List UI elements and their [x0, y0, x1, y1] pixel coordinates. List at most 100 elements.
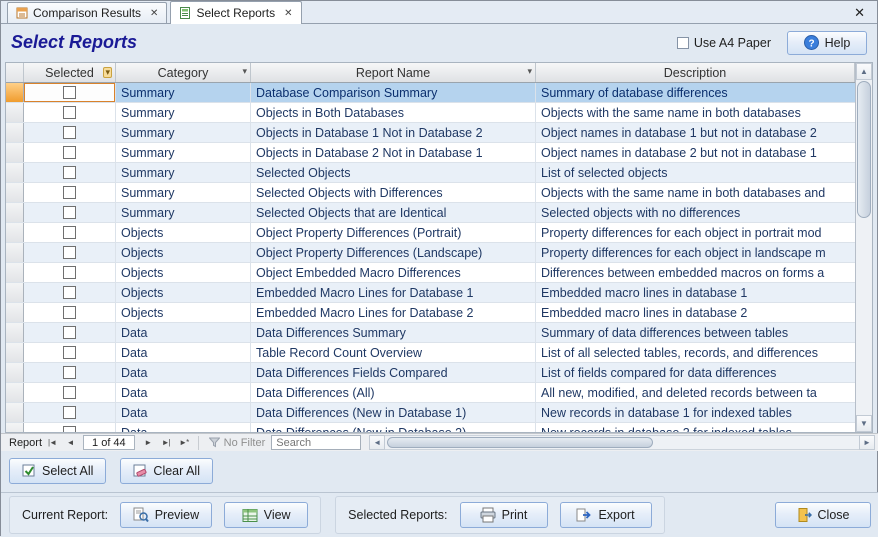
- cell-selected[interactable]: [24, 263, 116, 282]
- row-checkbox[interactable]: [63, 246, 76, 259]
- row-selector[interactable]: [6, 163, 24, 182]
- last-record-icon[interactable]: ►|: [158, 435, 174, 451]
- table-row[interactable]: Objects Object Property Differences (Lan…: [6, 243, 855, 263]
- use-a4-paper-checkbox[interactable]: [677, 37, 689, 49]
- view-button[interactable]: View: [224, 502, 308, 528]
- scroll-right-icon[interactable]: ►: [859, 435, 875, 450]
- cell-selected[interactable]: [24, 103, 116, 122]
- cell-description[interactable]: Property differences for each object in …: [536, 223, 855, 242]
- cell-selected[interactable]: [24, 243, 116, 262]
- search-input[interactable]: [271, 435, 361, 450]
- row-selector[interactable]: [6, 283, 24, 302]
- row-selector[interactable]: [6, 423, 24, 432]
- table-row[interactable]: Data Data Differences Summary Summary of…: [6, 323, 855, 343]
- cell-report-name[interactable]: Selected Objects: [251, 163, 536, 182]
- export-button[interactable]: Export: [560, 502, 652, 528]
- cell-report-name[interactable]: Object Property Differences (Portrait): [251, 223, 536, 242]
- row-checkbox[interactable]: [63, 186, 76, 199]
- cell-selected[interactable]: [24, 323, 116, 342]
- cell-description[interactable]: Selected objects with no differences: [536, 203, 855, 222]
- row-selector[interactable]: [6, 83, 24, 102]
- row-checkbox[interactable]: [63, 326, 76, 339]
- cell-selected[interactable]: [24, 383, 116, 402]
- table-row[interactable]: Data Data Differences (All) All new, mod…: [6, 383, 855, 403]
- row-checkbox[interactable]: [63, 146, 76, 159]
- row-checkbox[interactable]: [63, 286, 76, 299]
- cell-report-name[interactable]: Data Differences (All): [251, 383, 536, 402]
- cell-category[interactable]: Objects: [116, 223, 251, 242]
- cell-category[interactable]: Objects: [116, 243, 251, 262]
- row-selector[interactable]: [6, 243, 24, 262]
- next-record-icon[interactable]: ►: [140, 435, 156, 451]
- table-row[interactable]: Data Data Differences Fields Compared Li…: [6, 363, 855, 383]
- column-header-description[interactable]: Description: [536, 63, 855, 82]
- cell-category[interactable]: Summary: [116, 103, 251, 122]
- previous-record-icon[interactable]: ◄: [62, 435, 78, 451]
- cell-report-name[interactable]: Embedded Macro Lines for Database 1: [251, 283, 536, 302]
- row-selector[interactable]: [6, 343, 24, 362]
- cell-category[interactable]: Objects: [116, 303, 251, 322]
- row-checkbox[interactable]: [63, 346, 76, 359]
- row-selector[interactable]: [6, 203, 24, 222]
- scroll-down-icon[interactable]: ▼: [856, 415, 872, 432]
- cell-report-name[interactable]: Data Differences Fields Compared: [251, 363, 536, 382]
- preview-button[interactable]: Preview: [120, 502, 212, 528]
- cell-selected[interactable]: [24, 183, 116, 202]
- cell-report-name[interactable]: Object Embedded Macro Differences: [251, 263, 536, 282]
- row-selector[interactable]: [6, 383, 24, 402]
- cell-description[interactable]: Embedded macro lines in database 2: [536, 303, 855, 322]
- table-row[interactable]: Data Data Differences (New in Database 2…: [6, 423, 855, 432]
- cell-report-name[interactable]: Database Comparison Summary: [251, 83, 536, 102]
- cell-category[interactable]: Summary: [116, 143, 251, 162]
- vertical-scrollbar[interactable]: ▲ ▼: [855, 63, 872, 432]
- cell-category[interactable]: Data: [116, 383, 251, 402]
- cell-category[interactable]: Summary: [116, 183, 251, 202]
- row-selector[interactable]: [6, 263, 24, 282]
- close-button[interactable]: Close: [775, 502, 871, 528]
- cell-selected[interactable]: [24, 363, 116, 382]
- table-row[interactable]: Summary Database Comparison Summary Summ…: [6, 83, 855, 103]
- cell-description[interactable]: Objects with the same name in both datab…: [536, 103, 855, 122]
- scroll-up-icon[interactable]: ▲: [856, 63, 872, 80]
- no-filter-button[interactable]: No Filter: [205, 437, 270, 449]
- cell-report-name[interactable]: Table Record Count Overview: [251, 343, 536, 362]
- use-a4-paper-option[interactable]: Use A4 Paper: [677, 36, 771, 50]
- cell-description[interactable]: Differences between embedded macros on f…: [536, 263, 855, 282]
- cell-description[interactable]: List of selected objects: [536, 163, 855, 182]
- cell-report-name[interactable]: Selected Objects with Differences: [251, 183, 536, 202]
- cell-category[interactable]: Summary: [116, 123, 251, 142]
- cell-category[interactable]: Objects: [116, 263, 251, 282]
- cell-category[interactable]: Data: [116, 363, 251, 382]
- table-row[interactable]: Data Table Record Count Overview List of…: [6, 343, 855, 363]
- help-button[interactable]: ? Help: [787, 31, 867, 55]
- cell-category[interactable]: Summary: [116, 163, 251, 182]
- cell-selected[interactable]: [24, 423, 116, 432]
- row-checkbox[interactable]: [63, 126, 76, 139]
- filter-dropdown-icon[interactable]: ▾: [103, 67, 112, 78]
- row-checkbox[interactable]: [63, 206, 76, 219]
- select-all-button[interactable]: Select All: [9, 458, 106, 484]
- cell-report-name[interactable]: Objects in Both Databases: [251, 103, 536, 122]
- row-selector[interactable]: [6, 123, 24, 142]
- row-selector[interactable]: [6, 143, 24, 162]
- cell-report-name[interactable]: Data Differences (New in Database 2): [251, 423, 536, 432]
- cell-selected[interactable]: [24, 343, 116, 362]
- scroll-left-icon[interactable]: ◄: [369, 435, 385, 450]
- row-checkbox[interactable]: [63, 86, 76, 99]
- print-button[interactable]: Print: [460, 502, 548, 528]
- row-checkbox[interactable]: [63, 306, 76, 319]
- clear-all-button[interactable]: Clear All: [120, 458, 213, 484]
- cell-category[interactable]: Data: [116, 343, 251, 362]
- cell-selected[interactable]: [24, 403, 116, 422]
- row-checkbox[interactable]: [63, 386, 76, 399]
- cell-selected[interactable]: [24, 303, 116, 322]
- table-row[interactable]: Objects Embedded Macro Lines for Databas…: [6, 283, 855, 303]
- column-header-category[interactable]: Category ▾: [116, 63, 251, 82]
- table-row[interactable]: Summary Selected Objects that are Identi…: [6, 203, 855, 223]
- cell-description[interactable]: New records in database 1 for indexed ta…: [536, 403, 855, 422]
- cell-report-name[interactable]: Data Differences Summary: [251, 323, 536, 342]
- cell-selected[interactable]: [24, 283, 116, 302]
- row-checkbox[interactable]: [63, 366, 76, 379]
- filter-dropdown-icon[interactable]: ▾: [242, 67, 247, 76]
- cell-description[interactable]: Object names in database 2 but not in da…: [536, 143, 855, 162]
